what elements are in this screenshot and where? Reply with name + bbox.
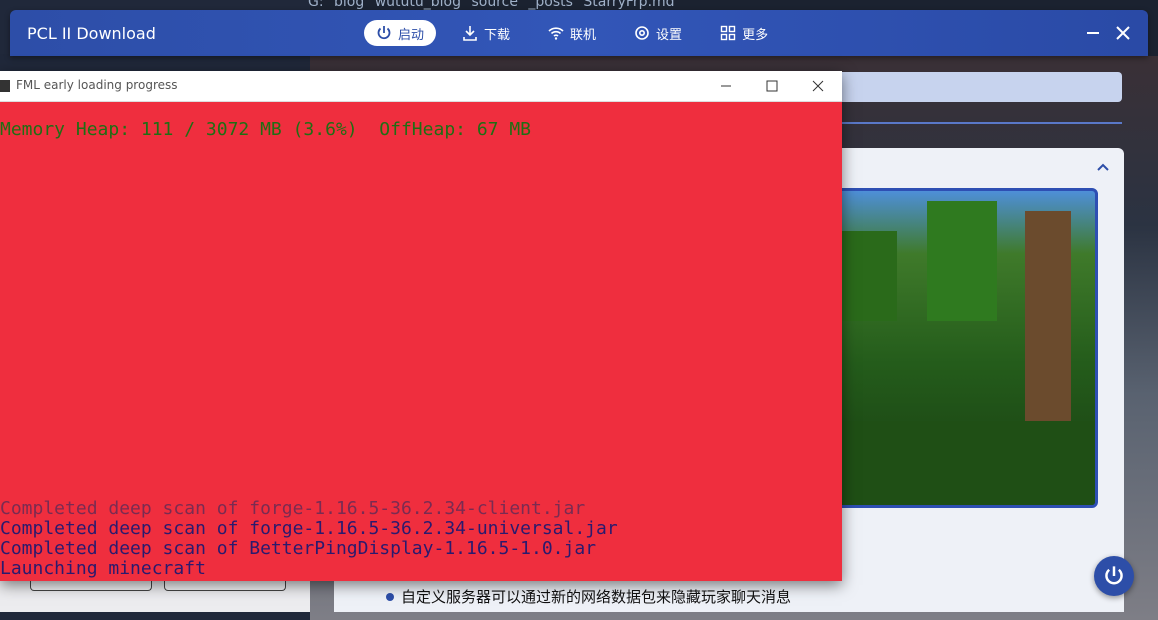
- breadcrumb-item[interactable]: wututu_blog: [375, 0, 461, 10]
- launch-button[interactable]: [1094, 556, 1134, 596]
- close-icon[interactable]: [808, 76, 828, 96]
- log-line: Launching minecraft: [0, 558, 206, 579]
- breadcrumb-item[interactable]: blog: [334, 0, 364, 10]
- changelog-item: 自定义服务器可以通过新的网络数据包来隐藏玩家聊天消息: [386, 586, 791, 607]
- fml-titlebar: FML early loading progress: [0, 71, 842, 102]
- log-line: Completed deep scan of BetterPingDisplay…: [0, 538, 597, 559]
- nav-multiplayer[interactable]: 联机: [536, 20, 608, 46]
- nav-settings[interactable]: 设置: [622, 20, 694, 46]
- app-icon: [0, 80, 10, 92]
- minecraft-screenshot: [834, 188, 1098, 508]
- power-icon: [1105, 566, 1123, 585]
- nav-more[interactable]: 更多: [708, 20, 780, 46]
- log-line: Completed deep scan of forge-1.16.5-36.2…: [0, 518, 618, 539]
- breadcrumb-item[interactable]: _posts: [528, 0, 573, 10]
- gear-icon: [635, 26, 649, 40]
- leaf-block: [837, 231, 897, 321]
- fml-window-title: FML early loading progress: [16, 78, 178, 92]
- close-icon[interactable]: [1112, 22, 1134, 44]
- breadcrumb-item[interactable]: G:: [308, 0, 324, 10]
- wifi-icon: [548, 27, 564, 40]
- leaf-block: [927, 201, 997, 321]
- changelog-text: 自定义服务器可以通过新的网络数据包来隐藏玩家聊天消息: [401, 588, 792, 606]
- nav-label: 设置: [656, 27, 683, 43]
- download-icon: [463, 26, 477, 41]
- breadcrumb-item[interactable]: source: [471, 0, 518, 10]
- nav-label: 联机: [570, 27, 597, 43]
- maximize-icon[interactable]: [762, 76, 782, 96]
- app-title: PCL II Download: [27, 24, 156, 43]
- nav-label: 下载: [484, 27, 511, 43]
- minimize-icon[interactable]: [716, 76, 736, 96]
- main-nav: 启动 下载 联机 设置 更多: [364, 20, 794, 46]
- nav-label: 更多: [742, 27, 769, 43]
- nav-download[interactable]: 下载: [450, 20, 522, 46]
- memory-status: Memory Heap: 111 / 3072 MB (3.6%) OffHea…: [0, 119, 532, 140]
- power-icon: [377, 26, 391, 40]
- nav-launch[interactable]: 启动: [364, 20, 437, 46]
- minimize-icon[interactable]: [1082, 22, 1104, 44]
- nav-label: 启动: [398, 27, 425, 43]
- fml-loading-window: FML early loading progress Memory Heap: …: [0, 71, 842, 581]
- app-titlebar: PCL II Download 启动 下载 联机 设置 更多: [10, 10, 1148, 56]
- chevron-up-icon[interactable]: [1094, 158, 1112, 176]
- breadcrumb-item[interactable]: StarryFrp.md: [583, 0, 674, 10]
- grid-icon: [720, 25, 736, 41]
- log-line: Completed deep scan of forge-1.16.5-36.2…: [0, 498, 586, 519]
- leaf-block: [837, 421, 1095, 505]
